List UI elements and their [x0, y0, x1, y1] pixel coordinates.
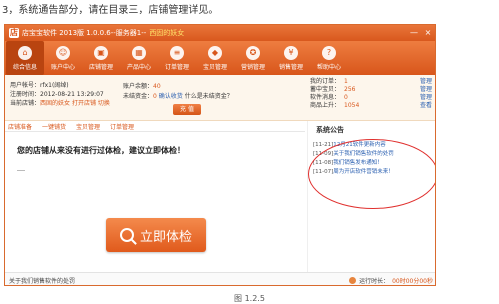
- stat-row: 蓄中宝贝： 256 管理: [310, 86, 432, 94]
- tab-overview[interactable]: ⌂ 综合信息: [6, 41, 44, 75]
- stat-action-link[interactable]: 查看: [420, 102, 432, 110]
- notice-item[interactable]: [11-21]12月21软件更新内容: [313, 141, 435, 150]
- balance-details: 账户余额：40 未结资金：0 确认收货 什么是未结资金？: [113, 75, 303, 120]
- confirm-receipt-link[interactable]: 确认收货: [159, 93, 183, 100]
- tab-label: 店铺管理: [88, 63, 113, 71]
- account-details: 用户帐号：rfx1(阔绰) 注册时间：2012-08-21 13:29:07 当…: [5, 75, 113, 120]
- runtime-label: 运行时长：: [359, 277, 390, 285]
- shop-label: 当前店铺：: [10, 100, 41, 107]
- unsettled-help-link[interactable]: 什么是未结资金？: [185, 93, 233, 100]
- health-check-button[interactable]: 立即体检: [106, 218, 206, 252]
- store-icon: ▣: [94, 45, 108, 60]
- main-toolbar: ⌂ 综合信息 ☺ 账户中心 ▣ 店铺管理 ▦ 产品中心 ≡ 订单管理 ◆ 宝贝管…: [5, 41, 435, 75]
- runtime-display: 运行时长： 00时00分00秒: [349, 276, 433, 285]
- marketing-icon: ✪: [246, 45, 260, 60]
- notice-title: 系统公告: [316, 126, 344, 134]
- window-controls: — ×: [407, 25, 435, 41]
- tab-label: 账户中心: [50, 63, 75, 71]
- document-caption: 3，系统通告部分，请在目录三，店铺管理详见。: [2, 5, 219, 16]
- tab-label: 订单管理: [164, 63, 189, 71]
- close-button[interactable]: ×: [421, 25, 435, 41]
- stats-panel: 我的订单： 1 管理 蓄中宝贝： 256 管理 软件消息： 0 管理 商品上升： 1054 查看: [310, 78, 432, 110]
- tab-sales[interactable]: ¥ 销售管理: [272, 41, 310, 75]
- figure-caption: 图 1.2.5: [234, 294, 265, 303]
- tab-label: 帮助中心: [316, 63, 341, 71]
- stat-row: 商品上升： 1054 查看: [310, 102, 432, 110]
- app-logo-icon: 店: [9, 28, 19, 38]
- user-label: 用户帐号：: [10, 82, 41, 89]
- help-icon: ?: [322, 45, 336, 60]
- balance-value: 40: [153, 83, 161, 90]
- account-info-panel: 用户帐号：rfx1(阔绰) 注册时间：2012-08-21 13:29:07 当…: [5, 75, 435, 121]
- search-icon: [119, 228, 134, 242]
- quick-link[interactable]: 宝贝管理: [76, 122, 100, 131]
- tab-label: 综合信息: [12, 63, 37, 71]
- user-value: rfx1(阔绰): [40, 82, 69, 89]
- tab-store[interactable]: ▣ 店铺管理: [82, 41, 120, 75]
- runtime-value: 00时00分00秒: [392, 277, 433, 285]
- stat-row: 我的订单： 1 管理: [310, 78, 432, 86]
- clock-icon: [349, 276, 357, 284]
- title-bar: 店 店宝宝软件 2013版 1.0.0.6--服务器1-- 西固的妖女 — ×: [5, 25, 435, 41]
- tab-label: 营销管理: [240, 63, 265, 71]
- tab-label: 宝贝管理: [202, 63, 227, 71]
- stat-row: 软件消息： 0 管理: [310, 94, 432, 102]
- tab-orders[interactable]: ≡ 订单管理: [158, 41, 196, 75]
- health-check-warning: 您的店铺从来没有进行过体检，建议立即体检！: [17, 146, 185, 155]
- status-bar: 关于我们销售软件的处罚 运行时长： 00时00分00秒: [5, 272, 435, 285]
- status-message: 关于我们销售软件的处罚: [9, 277, 76, 285]
- divider: [17, 170, 25, 171]
- home-icon: ⌂: [18, 45, 32, 60]
- tab-account[interactable]: ☺ 账户中心: [44, 41, 82, 75]
- product-icon: ▦: [132, 45, 146, 60]
- shop-value: 西固的妖女: [40, 100, 71, 107]
- reg-value: 2012-08-21 13:29:07: [40, 91, 104, 98]
- open-shop-link[interactable]: 打开店铺 切换: [72, 100, 110, 107]
- user-icon: ☺: [56, 45, 70, 60]
- tab-help[interactable]: ? 帮助中心: [310, 41, 348, 75]
- tab-label: 销售管理: [278, 63, 303, 71]
- tab-marketing[interactable]: ✪ 营销管理: [234, 41, 272, 75]
- stat-action-link[interactable]: 管理: [420, 94, 432, 102]
- app-window: 店 店宝宝软件 2013版 1.0.0.6--服务器1-- 西固的妖女 — × …: [4, 24, 436, 286]
- quick-links: 店铺准备 一键铺货 宝贝管理 订单管理: [5, 121, 305, 132]
- title-shop-name: 西固的妖女: [149, 29, 185, 37]
- sales-icon: ¥: [284, 45, 298, 60]
- health-check-label: 立即体检: [139, 229, 192, 245]
- window-title: 店宝宝软件 2013版 1.0.0.6--服务器1--: [22, 29, 147, 37]
- notice-item[interactable]: [11-08]我们销售发布通知！: [313, 159, 435, 168]
- balance-label: 账户余额：: [123, 83, 154, 90]
- tab-goods[interactable]: ◆ 宝贝管理: [196, 41, 234, 75]
- stat-action-link[interactable]: 管理: [420, 78, 432, 86]
- notice-list: [11-21]12月21软件更新内容 [11-09]关于我们销售软件的处罚 [1…: [308, 135, 435, 177]
- minimize-button[interactable]: —: [407, 25, 421, 41]
- order-icon: ≡: [170, 45, 184, 60]
- recharge-button[interactable]: 充 值: [173, 104, 201, 115]
- tab-label: 产品中心: [126, 63, 151, 71]
- quick-link[interactable]: 订单管理: [110, 122, 134, 131]
- tab-products[interactable]: ▦ 产品中心: [120, 41, 158, 75]
- unsettled-value: 0: [153, 93, 157, 100]
- unsettled-label: 未结资金：: [123, 93, 154, 100]
- quick-link[interactable]: 一键铺货: [42, 122, 66, 131]
- notice-item[interactable]: [11-09]关于我们销售软件的处罚: [313, 150, 435, 159]
- reg-label: 注册时间：: [10, 91, 41, 98]
- main-content: 店铺准备 一键铺货 宝贝管理 订单管理 您的店铺从来没有进行过体检，建议立即体检…: [5, 121, 305, 272]
- notice-panel: 系统公告 [11-21]12月21软件更新内容 [11-09]关于我们销售软件的…: [307, 121, 435, 272]
- notice-item[interactable]: [11-07]周为开店软件营销未来！: [313, 168, 435, 177]
- stat-action-link[interactable]: 管理: [420, 86, 432, 94]
- goods-icon: ◆: [208, 45, 222, 60]
- quick-link[interactable]: 店铺准备: [8, 122, 32, 131]
